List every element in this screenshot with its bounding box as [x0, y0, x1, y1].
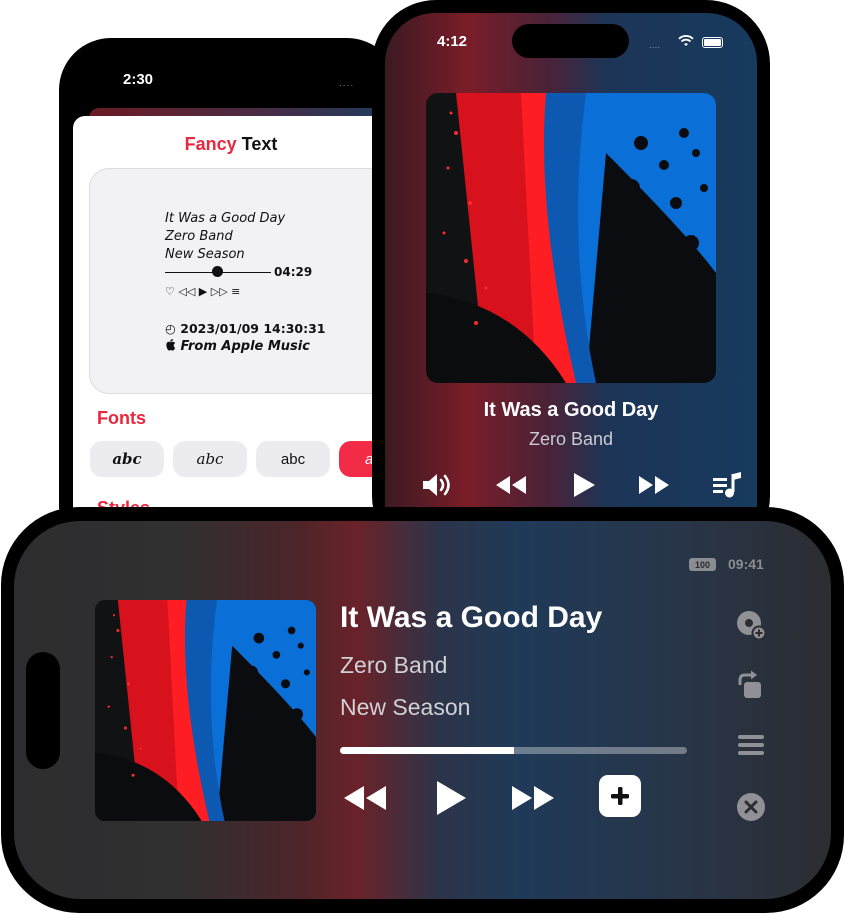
status-time: 4:12: [437, 33, 468, 50]
rewind-icon: [496, 476, 526, 494]
rewind-button[interactable]: [493, 469, 529, 501]
signal-icon: ....: [649, 40, 661, 51]
signal-icon: ....: [339, 78, 355, 89]
fast-forward-button[interactable]: [508, 776, 558, 820]
text-preview-card[interactable]: It Was a Good Day Zero Band New Season 0…: [89, 168, 387, 394]
rewind-button[interactable]: [340, 776, 390, 820]
album-artwork[interactable]: [426, 93, 716, 383]
menu-icon: [738, 735, 764, 755]
preview-datetime: ◴ 2023/01/09 14:30:31: [165, 321, 326, 336]
artist-name[interactable]: Zero Band: [385, 429, 757, 450]
playback-progress-fill: [340, 747, 514, 754]
font-chip-sans[interactable]: abc: [256, 441, 330, 477]
close-button[interactable]: [735, 791, 767, 823]
title-fancy: Fancy: [184, 134, 237, 154]
fancy-text-sheet: Fancy Text It Was a Good Day Zero Band N…: [73, 116, 387, 558]
share-button[interactable]: [735, 669, 767, 701]
battery-level-badge: 100: [689, 558, 716, 571]
now-playing-phone: 4:12 .... It Was a Good Day Zero Band: [372, 0, 770, 573]
fast-forward-button[interactable]: [636, 469, 672, 501]
speaker-icon: [423, 474, 450, 496]
play-icon: [437, 781, 466, 815]
preview-duration: 04:29: [274, 265, 313, 279]
album-artwork[interactable]: [95, 600, 316, 821]
standby-clock: 09:41: [728, 556, 764, 572]
dynamic-island: [26, 652, 60, 769]
fancy-text-phone: 2:30 .... Fancy Text It Was a Good Day Z…: [59, 38, 399, 558]
close-icon: [737, 793, 765, 821]
dynamic-island: [512, 24, 629, 58]
album-name[interactable]: New Season: [340, 694, 470, 721]
now-playing-screen: 4:12 .... It Was a Good Day Zero Band: [385, 13, 757, 573]
add-icon: [611, 787, 629, 805]
play-button[interactable]: [566, 469, 602, 501]
preview-source-text: From Apple Music: [176, 339, 310, 354]
fonts-heading: Fonts: [97, 408, 146, 428]
font-chip-script[interactable]: abc: [173, 441, 247, 477]
play-button[interactable]: [426, 776, 476, 820]
battery-icon: [702, 37, 723, 48]
volume-button[interactable]: [420, 469, 456, 501]
apple-logo-icon: [166, 339, 176, 351]
cast-icon: [737, 611, 767, 641]
preview-artist: Zero Band: [165, 229, 233, 244]
artist-name[interactable]: Zero Band: [340, 652, 447, 679]
preview-album: New Season: [165, 247, 245, 262]
status-time: 2:30: [123, 71, 154, 88]
preview-song-title: It Was a Good Day: [165, 211, 286, 226]
album-art-image: [95, 600, 316, 821]
song-title: It Was a Good Day: [340, 601, 603, 634]
album-art-image: [426, 93, 716, 383]
font-chip-blackletter[interactable]: abc: [90, 441, 164, 477]
title-text: Text: [241, 134, 278, 154]
wifi-icon: [678, 35, 694, 50]
share-icon: [738, 670, 761, 698]
fast-forward-icon: [639, 476, 669, 494]
preview-controls: ♡ ◁◁ ▶ ▷▷ ≡: [165, 285, 241, 298]
lyrics-queue-button[interactable]: [709, 469, 745, 501]
lyrics-queue-icon: [713, 472, 741, 498]
rewind-icon: [344, 786, 386, 810]
playback-progress-bar[interactable]: [340, 747, 687, 754]
play-icon: [574, 473, 595, 497]
song-title: It Was a Good Day: [483, 399, 659, 421]
standby-screen: 100 09:41 It Was a Good Day Zero Band Ne…: [14, 521, 831, 899]
queue-menu-button[interactable]: [735, 729, 767, 761]
preview-progress-knob: [212, 266, 223, 277]
sheet-title: Fancy Text: [73, 134, 387, 155]
standby-phone: 100 09:41 It Was a Good Day Zero Band Ne…: [1, 507, 844, 913]
fast-forward-icon: [512, 786, 554, 810]
airplay-button[interactable]: [735, 609, 767, 641]
add-to-library-button[interactable]: [599, 775, 641, 817]
preview-source: From Apple Music: [165, 339, 310, 354]
fancy-text-screen: 2:30 .... Fancy Text It Was a Good Day Z…: [71, 50, 387, 558]
